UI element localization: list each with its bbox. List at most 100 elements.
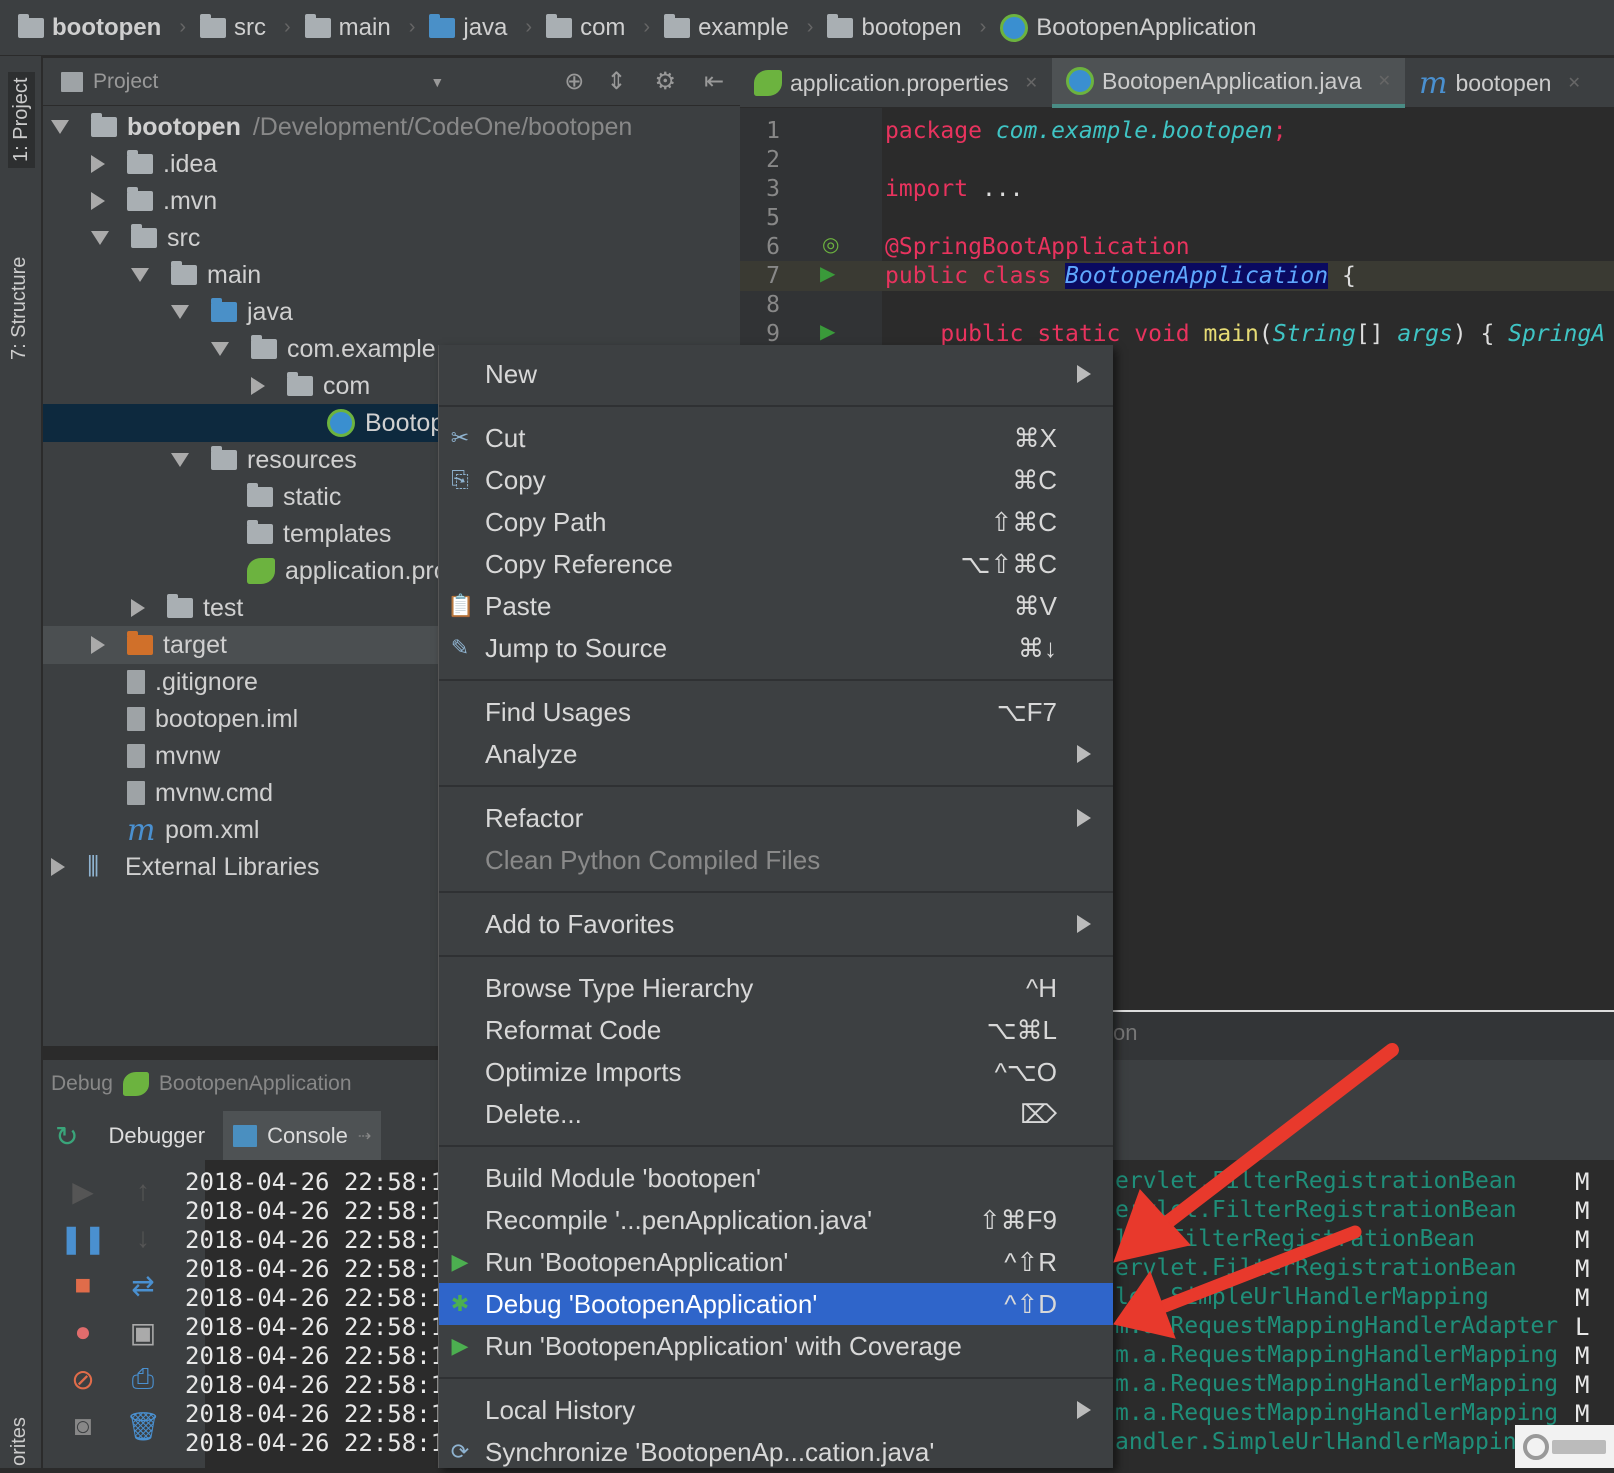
- menu-item-copy[interactable]: ⎘ Copy ⌘C: [439, 459, 1113, 501]
- menu-item-browse-type-hierarchy[interactable]: Browse Type Hierarchy ^H: [439, 967, 1113, 1009]
- clear-icon[interactable]: 🗑: [113, 1410, 173, 1443]
- expand-arrow-icon[interactable]: [131, 268, 149, 282]
- menu-item-refactor[interactable]: Refactor: [439, 797, 1113, 839]
- code-line[interactable]: 2: [740, 145, 1614, 175]
- menu-item-delete[interactable]: Delete... ⌦: [439, 1093, 1113, 1135]
- breadcrumb-item[interactable]: bootopen ›: [827, 13, 987, 42]
- tree-item--idea[interactable]: .idea: [43, 145, 740, 183]
- resume-icon[interactable]: ▶: [53, 1175, 113, 1208]
- settings-icon[interactable]: ▣: [113, 1316, 173, 1349]
- collapse-arrow-icon[interactable]: [91, 192, 105, 210]
- menu-item-recompile-penapplication-java[interactable]: Recompile '...penApplication.java' ⇧⌘F9: [439, 1199, 1113, 1241]
- chevron-down-icon[interactable]: ▼: [430, 74, 444, 90]
- code-token: String: [1272, 321, 1356, 347]
- tab-debugger[interactable]: Debugger: [108, 1123, 205, 1149]
- close-tab-icon[interactable]: ✕: [1025, 73, 1038, 93]
- collapse-arrow-icon[interactable]: [251, 377, 265, 395]
- tab-bootopenapplication-java[interactable]: BootopenApplication.java ✕: [1052, 58, 1406, 108]
- menu-item-reformat-code[interactable]: Reformat Code ⌥⌘L: [439, 1009, 1113, 1051]
- breadcrumb-item[interactable]: BootopenApplication: [1000, 13, 1256, 42]
- chevron-right-icon: ›: [179, 16, 186, 38]
- breadcrumb-item[interactable]: java ›: [429, 13, 532, 42]
- tab-application-properties[interactable]: application.properties ✕: [740, 58, 1052, 108]
- menu-item-jump-to-source[interactable]: ✎ Jump to Source ⌘↓: [439, 627, 1113, 669]
- collapse-arrow-icon[interactable]: [91, 155, 105, 173]
- close-tab-icon[interactable]: ✕: [1567, 73, 1580, 93]
- collapse-all-icon[interactable]: ⇕: [606, 67, 626, 96]
- tree-item-bootopen[interactable]: bootopen/Development/CodeOne/bootopen: [43, 108, 740, 146]
- menu-item-debug-bootopenapplication[interactable]: ✱ Debug 'BootopenApplication' ^⇧D: [439, 1283, 1113, 1325]
- hide-panel-icon[interactable]: ⇤: [704, 67, 724, 96]
- collapse-arrow-icon[interactable]: [131, 599, 145, 617]
- code-line[interactable]: 7 public class BootopenApplication {: [740, 261, 1614, 291]
- run-main-icon[interactable]: ▶: [820, 319, 835, 344]
- menu-item-copy-path[interactable]: Copy Path ⇧⌘C: [439, 501, 1113, 543]
- expand-arrow-icon[interactable]: [171, 305, 189, 319]
- code-line[interactable]: 8: [740, 290, 1614, 320]
- menu-item-label: Copy Path: [485, 506, 607, 537]
- menu-item-cut[interactable]: ✂ Cut ⌘X: [439, 417, 1113, 459]
- chevron-right-icon: ›: [979, 16, 987, 38]
- menu-item-shortcut: ⇧⌘C: [990, 506, 1057, 537]
- project-tool-button[interactable]: 1: Project: [8, 71, 35, 168]
- expand-arrow-icon[interactable]: [171, 453, 189, 467]
- tree-item-src[interactable]: src: [43, 219, 740, 257]
- log-logger: m.a.RequestMappingHandlerAdapter: [1115, 1313, 1559, 1339]
- collapse-arrow-icon[interactable]: [91, 636, 105, 654]
- code-line[interactable]: 1 package com.example.bootopen;: [740, 116, 1614, 146]
- print-icon[interactable]: ⎙: [113, 1363, 173, 1396]
- code-line[interactable]: 6 @SpringBootApplication: [740, 232, 1614, 262]
- rerun-icon[interactable]: ↻: [55, 1120, 78, 1153]
- mute-breakpoints-icon[interactable]: ⊘: [53, 1363, 113, 1396]
- expand-arrow-icon[interactable]: [91, 231, 109, 245]
- pause-icon[interactable]: ❚❚: [53, 1222, 113, 1255]
- collapse-arrow-icon[interactable]: [51, 858, 65, 876]
- menu-item-run-bootopenapplication-with-coverage[interactable]: ▶ Run 'BootopenApplication' with Coverage: [439, 1325, 1113, 1367]
- menu-item-local-history[interactable]: Local History: [439, 1389, 1113, 1431]
- view-breakpoints-icon[interactable]: ●: [53, 1316, 113, 1349]
- tab-bootopen[interactable]: m bootopen ✕: [1405, 58, 1595, 108]
- menu-item-optimize-imports[interactable]: Optimize Imports ^⌥O: [439, 1051, 1113, 1093]
- locate-icon[interactable]: ⊕: [564, 67, 584, 96]
- menu-item-synchronize-bootopenap-cation-java[interactable]: ⟳ Synchronize 'BootopenAp...cation.java': [439, 1431, 1113, 1473]
- breadcrumb-item[interactable]: bootopen ›: [18, 13, 186, 42]
- structure-tool-button[interactable]: 7: Structure: [8, 257, 31, 360]
- close-tab-icon[interactable]: ✕: [1378, 71, 1391, 91]
- editor[interactable]: application.properties ✕ BootopenApplicati…: [740, 58, 1614, 348]
- favorites-tool-button[interactable]: orites: [8, 1417, 31, 1466]
- menu-item-analyze[interactable]: Analyze: [439, 733, 1113, 775]
- menu-item-run-bootopenapplication[interactable]: ▶ Run 'BootopenApplication' ^⇧R: [439, 1241, 1113, 1283]
- menu-item-paste[interactable]: 📋 Paste ⌘V: [439, 585, 1113, 627]
- tree-item-java[interactable]: java: [43, 293, 740, 331]
- step-out-icon[interactable]: ↑: [113, 1175, 173, 1208]
- tree-item--mvn[interactable]: .mvn: [43, 182, 740, 220]
- camera-icon[interactable]: ◙: [53, 1410, 113, 1443]
- expand-arrow-icon[interactable]: [211, 342, 229, 356]
- log-logger: ler.SimpleUrlHandlerMapping: [1115, 1284, 1489, 1310]
- tab-console[interactable]: Console ⇢: [223, 1111, 382, 1161]
- step-into-icon[interactable]: ↓: [113, 1222, 173, 1255]
- code-line[interactable]: 3 import ...: [740, 174, 1614, 204]
- menu-item-add-to-favorites[interactable]: Add to Favorites: [439, 903, 1113, 945]
- run-gutter-icon[interactable]: ▶: [820, 261, 835, 286]
- code-line[interactable]: 5: [740, 203, 1614, 233]
- run-icon: ▶: [451, 1249, 469, 1274]
- expand-arrow-icon[interactable]: [51, 120, 69, 134]
- menu-item-new[interactable]: New: [439, 353, 1113, 395]
- stop-icon[interactable]: ■: [53, 1269, 113, 1302]
- spring-bean-icon[interactable]: ◎: [822, 232, 839, 257]
- project-view-selector[interactable]: Project: [93, 70, 158, 94]
- menu-item-copy-reference[interactable]: Copy Reference ⌥⇧⌘C: [439, 543, 1113, 585]
- folder-icon: [171, 261, 197, 285]
- breadcrumb-item[interactable]: src ›: [199, 13, 291, 42]
- breadcrumb-item[interactable]: example ›: [664, 13, 813, 42]
- folder-icon: [429, 13, 456, 38]
- breadcrumb-item[interactable]: com ›: [546, 13, 650, 42]
- restore-layout-icon[interactable]: ⇄: [113, 1269, 173, 1302]
- tree-item-label: .gitignore: [155, 667, 258, 696]
- breadcrumb-item[interactable]: main ›: [304, 13, 415, 42]
- menu-item-build-module-bootopen[interactable]: Build Module 'bootopen': [439, 1157, 1113, 1199]
- gear-icon[interactable]: ⚙: [654, 67, 676, 96]
- tree-item-main[interactable]: main: [43, 256, 740, 294]
- menu-item-find-usages[interactable]: Find Usages ⌥F7: [439, 691, 1113, 733]
